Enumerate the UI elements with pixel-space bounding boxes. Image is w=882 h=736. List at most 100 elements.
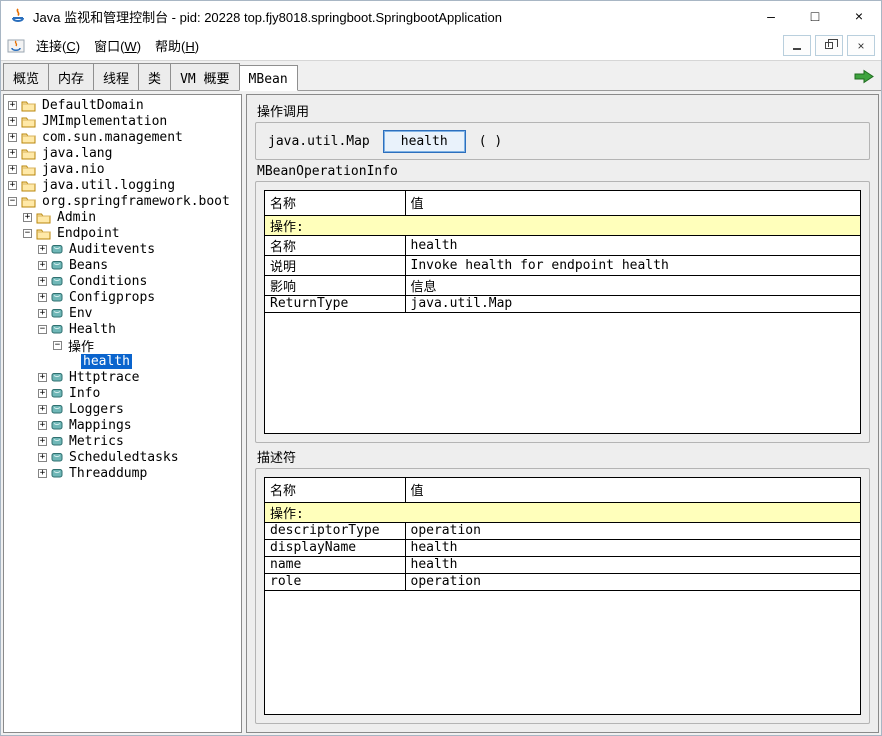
tree-node-label: Env (67, 306, 94, 321)
mbean-icon (51, 323, 63, 335)
tree-node-Loggers[interactable]: +Loggers (4, 401, 241, 417)
tab-mbean[interactable]: MBean (239, 65, 298, 91)
titlebar: Java 监视和管理控制台 - pid: 20228 top.fjy8018.s… (1, 1, 881, 31)
tree-node-com.sun.management[interactable]: +com.sun.management (4, 129, 241, 145)
tree-node-Endpoint[interactable]: −Endpoint (4, 225, 241, 241)
tree-node-label: Scheduledtasks (67, 450, 181, 465)
expand-toggle-icon[interactable]: + (8, 181, 17, 190)
tab-overview[interactable]: 概览 (3, 63, 49, 90)
tree-node-label: Info (67, 386, 102, 401)
expand-toggle-icon[interactable]: + (38, 277, 47, 286)
group-row-label: 操作: (265, 502, 860, 522)
operation-invocation-box: java.util.Map health ( ) (255, 122, 870, 160)
opinfo-column-header-value[interactable]: 值 (405, 191, 860, 215)
tree-node-Beans[interactable]: +Beans (4, 257, 241, 273)
collapse-toggle-icon[interactable]: − (23, 229, 32, 238)
table-row[interactable]: descriptorTypeoperation (265, 522, 860, 539)
cell-value: operation (405, 522, 860, 539)
expand-toggle-icon[interactable]: + (38, 469, 47, 478)
tree-node-Conditions[interactable]: +Conditions (4, 273, 241, 289)
tree-node-java.nio[interactable]: +java.nio (4, 161, 241, 177)
cell-value: operation (405, 573, 860, 590)
expand-toggle-icon[interactable]: + (8, 133, 17, 142)
descriptor-column-header-value[interactable]: 值 (405, 478, 860, 502)
expand-toggle-icon[interactable]: + (23, 213, 32, 222)
expand-toggle-icon[interactable]: + (38, 453, 47, 462)
tree-node-java.lang[interactable]: +java.lang (4, 145, 241, 161)
minimize-button[interactable]: – (749, 1, 793, 31)
mbean-icon (51, 467, 63, 479)
tree-node-label: Threaddump (67, 466, 149, 481)
tree-node-java.util.logging[interactable]: + java.util.logging (4, 177, 241, 193)
close-button[interactable]: × (837, 1, 881, 31)
expand-toggle-icon[interactable]: + (38, 373, 47, 382)
expand-toggle-icon[interactable]: + (38, 437, 47, 446)
tab-memory[interactable]: 内存 (48, 63, 94, 90)
menu-list: 连接(C)窗口(W)帮助(H) (29, 33, 206, 58)
operation-invocation-title: 操作调用 (257, 101, 868, 120)
menu-help[interactable]: 帮助(H) (148, 33, 206, 58)
menu-window[interactable]: 窗口(W) (87, 33, 148, 58)
tab-threads[interactable]: 线程 (93, 63, 139, 90)
tree-node-label: health (81, 354, 132, 369)
tree-node-Threaddump[interactable]: + Threaddump (4, 465, 241, 481)
tree-node-Info[interactable]: + Info (4, 385, 241, 401)
descriptor-group: 描述符 名称 值 操作:descriptorTypeoperationdis (255, 443, 870, 724)
cell-name: displayName (265, 539, 405, 556)
tree-node-Scheduledtasks[interactable]: + Scheduledtasks (4, 449, 241, 465)
cell-value: health (405, 556, 860, 573)
tree-node-Env[interactable]: + Env (4, 305, 241, 321)
tree-node-Configprops[interactable]: + Configprops (4, 289, 241, 305)
opinfo-column-header-name[interactable]: 名称 (265, 191, 405, 215)
menu-connect[interactable]: 连接(C) (29, 33, 87, 58)
table-row[interactable]: ReturnTypejava.util.Map (265, 295, 860, 312)
operation-invocation-group: 操作调用 java.util.Map health ( ) (255, 97, 870, 160)
tree-node-label: java.util.logging (40, 178, 177, 193)
tree-node-label: Mappings (67, 418, 134, 433)
tree-node-Health[interactable]: −Health (4, 321, 241, 337)
table-row[interactable]: 名称health (265, 235, 860, 255)
folder-icon (21, 131, 36, 144)
expand-toggle-icon[interactable]: + (38, 389, 47, 398)
table-row[interactable]: 影响信息 (265, 275, 860, 295)
expand-toggle-icon[interactable]: + (38, 405, 47, 414)
table-row[interactable]: 说明Invoke health for endpoint health (265, 255, 860, 275)
descriptor-column-header-name[interactable]: 名称 (265, 478, 405, 502)
collapse-toggle-icon[interactable]: − (38, 325, 47, 334)
tree-node-Auditevents[interactable]: +Auditevents (4, 241, 241, 257)
tree-node-label: Configprops (67, 290, 157, 305)
tree-node-Mappings[interactable]: + Mappings (4, 417, 241, 433)
expand-toggle-icon[interactable]: + (8, 117, 17, 126)
mbean-icon (51, 371, 63, 383)
tab-classes[interactable]: 类 (138, 63, 171, 90)
expand-toggle-icon[interactable]: + (8, 149, 17, 158)
maximize-button[interactable]: □ (793, 1, 837, 31)
expand-toggle-icon[interactable]: + (38, 245, 47, 254)
tree-node-操作[interactable]: −操作 (4, 337, 241, 353)
expand-toggle-icon[interactable]: + (38, 309, 47, 318)
collapse-toggle-icon[interactable]: − (53, 341, 62, 350)
expand-toggle-icon[interactable]: + (38, 261, 47, 270)
tree-node-Metrics[interactable]: +Metrics (4, 433, 241, 449)
tree-node-health[interactable]: health (4, 353, 241, 369)
expand-toggle-icon[interactable]: + (38, 293, 47, 302)
frame-restore-button[interactable] (815, 35, 843, 56)
expand-toggle-icon[interactable]: + (8, 165, 17, 174)
table-row[interactable]: namehealth (265, 556, 860, 573)
invoke-health-button[interactable]: health (384, 131, 465, 152)
table-row[interactable]: displayNamehealth (265, 539, 860, 556)
tree-node-org.springframework.boot[interactable]: −org.springframework.boot (4, 193, 241, 209)
expand-toggle-icon[interactable]: + (8, 101, 17, 110)
frame-close-button[interactable]: × (847, 35, 875, 56)
mbean-icon (51, 275, 63, 287)
tab-vm-summary[interactable]: VM 概要 (170, 63, 239, 90)
tree-node-Httptrace[interactable]: +Httptrace (4, 369, 241, 385)
table-row[interactable]: roleoperation (265, 573, 860, 590)
tree-node-Admin[interactable]: +Admin (4, 209, 241, 225)
expand-toggle-icon[interactable]: + (38, 421, 47, 430)
collapse-toggle-icon[interactable]: − (8, 197, 17, 206)
frame-minimize-button[interactable] (783, 35, 811, 56)
tree-node-DefaultDomain[interactable]: +DefaultDomain (4, 97, 241, 113)
tree-node-JMImplementation[interactable]: +JMImplementation (4, 113, 241, 129)
cell-name: role (265, 573, 405, 590)
